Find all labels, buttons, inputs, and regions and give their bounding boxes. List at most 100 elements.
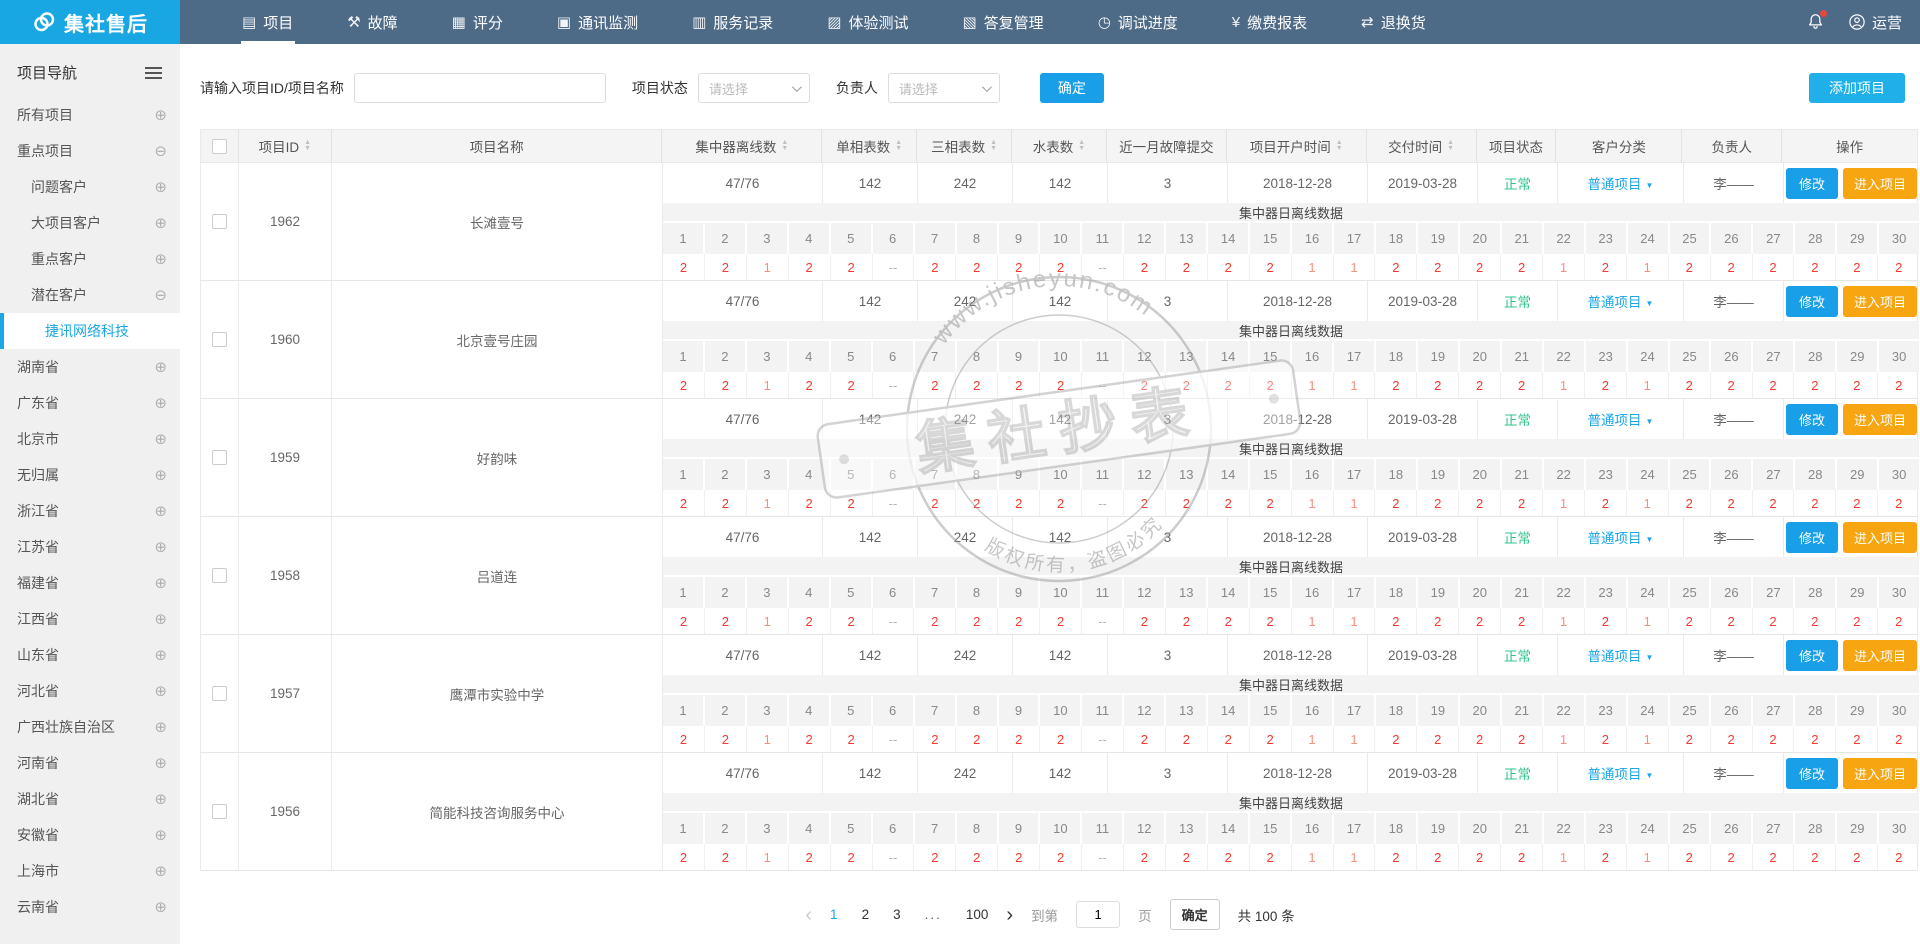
expand-plus-icon[interactable]: ⊕ [154,610,167,628]
sidebar-item[interactable]: 江西省⊕ [0,601,180,637]
sort-icon[interactable] [781,140,788,152]
expand-plus-icon[interactable]: ⊕ [154,250,167,268]
expand-plus-icon[interactable]: ⊕ [154,538,167,556]
nav-item-experience-test[interactable]: ▨体验测试 [823,0,912,44]
nav-item-projects[interactable]: ▤项目 [238,0,297,44]
category-dropdown[interactable]: 普通项目 [1588,645,1654,665]
sort-icon[interactable] [990,140,997,152]
expand-minus-icon[interactable]: ⊖ [154,142,167,160]
enter-project-button[interactable]: 进入项目 [1843,640,1917,671]
expand-plus-icon[interactable]: ⊕ [154,106,167,124]
category-dropdown[interactable]: 普通项目 [1588,291,1654,311]
edit-button[interactable]: 修改 [1786,522,1838,553]
menu-icon[interactable] [145,72,162,74]
brand[interactable]: 集社售后 [0,0,180,44]
search-input[interactable] [354,73,606,103]
owner-select[interactable]: 请选择 [888,73,1000,103]
next-page-icon[interactable]: › [1006,905,1013,925]
nav-item-returns[interactable]: ⇄退换货 [1357,0,1430,44]
enter-project-button[interactable]: 进入项目 [1843,522,1917,553]
category-dropdown[interactable]: 普通项目 [1588,409,1654,429]
nav-item-debug-progress[interactable]: ◷调试进度 [1094,0,1182,44]
sidebar-item[interactable]: 广东省⊕ [0,385,180,421]
edit-button[interactable]: 修改 [1786,758,1838,789]
expand-plus-icon[interactable]: ⊕ [154,718,167,736]
row-checkbox[interactable] [212,214,227,229]
sidebar-item[interactable]: 潜在客户⊖ [0,277,180,313]
category-dropdown[interactable]: 普通项目 [1588,173,1654,193]
sidebar-item[interactable]: 捷讯网络科技 [0,313,180,349]
page-number[interactable]: 2 [862,907,870,922]
page-number[interactable]: 3 [893,907,901,922]
sort-icon[interactable] [895,140,902,152]
sidebar-item[interactable]: 大项目客户⊕ [0,205,180,241]
sort-icon[interactable] [1078,140,1085,152]
expand-plus-icon[interactable]: ⊕ [154,502,167,520]
nav-item-faults[interactable]: ⚒故障 [343,0,401,44]
nav-item-payment-reports[interactable]: ¥缴费报表 [1228,0,1311,44]
add-project-button[interactable]: 添加项目 [1809,73,1905,103]
select-all-checkbox[interactable] [212,139,227,154]
expand-minus-icon[interactable]: ⊖ [154,286,167,304]
row-checkbox[interactable] [212,686,227,701]
expand-plus-icon[interactable]: ⊕ [154,178,167,196]
nav-item-comm-monitor[interactable]: ▣通讯监测 [553,0,642,44]
edit-button[interactable]: 修改 [1786,286,1838,317]
expand-plus-icon[interactable]: ⊕ [154,466,167,484]
sidebar-item[interactable]: 所有项目⊕ [0,97,180,133]
sidebar-item[interactable]: 安徽省⊕ [0,817,180,853]
sidebar-item[interactable]: 无归属⊕ [0,457,180,493]
edit-button[interactable]: 修改 [1786,404,1838,435]
expand-plus-icon[interactable]: ⊕ [154,394,167,412]
expand-plus-icon[interactable]: ⊕ [154,862,167,880]
expand-plus-icon[interactable]: ⊕ [154,682,167,700]
page-number[interactable]: 1 [830,907,838,922]
edit-button[interactable]: 修改 [1786,640,1838,671]
nav-item-service-records[interactable]: ▥服务记录 [688,0,777,44]
expand-plus-icon[interactable]: ⊕ [154,898,167,916]
sidebar-item[interactable]: 山东省⊕ [0,637,180,673]
prev-page-icon[interactable]: ‹ [805,905,812,925]
enter-project-button[interactable]: 进入项目 [1843,168,1917,199]
sidebar-item[interactable]: 重点项目⊖ [0,133,180,169]
row-checkbox[interactable] [212,450,227,465]
row-checkbox[interactable] [212,568,227,583]
status-select[interactable]: 请选择 [698,73,810,103]
user-menu[interactable]: 运营 [1848,12,1902,33]
expand-plus-icon[interactable]: ⊕ [154,358,167,376]
sort-icon[interactable] [1447,140,1454,152]
sidebar-item[interactable]: 云南省⊕ [0,889,180,925]
sidebar-item[interactable]: 浙江省⊕ [0,493,180,529]
expand-plus-icon[interactable]: ⊕ [154,646,167,664]
edit-button[interactable]: 修改 [1786,168,1838,199]
expand-plus-icon[interactable]: ⊕ [154,790,167,808]
expand-plus-icon[interactable]: ⊕ [154,826,167,844]
sidebar-item[interactable]: 重点客户⊕ [0,241,180,277]
expand-plus-icon[interactable]: ⊕ [154,574,167,592]
confirm-button[interactable]: 确定 [1040,73,1104,103]
row-checkbox[interactable] [212,804,227,819]
sidebar-item[interactable]: 河北省⊕ [0,673,180,709]
sidebar-item[interactable]: 北京市⊕ [0,421,180,457]
sidebar-item[interactable]: 河南省⊕ [0,745,180,781]
category-dropdown[interactable]: 普通项目 [1588,527,1654,547]
sidebar-item[interactable]: 问题客户⊕ [0,169,180,205]
sidebar-item[interactable]: 湖北省⊕ [0,781,180,817]
enter-project-button[interactable]: 进入项目 [1843,286,1917,317]
sidebar-item[interactable]: 福建省⊕ [0,565,180,601]
goto-confirm-button[interactable]: 确定 [1170,899,1220,930]
page-number[interactable]: 100 [966,907,989,922]
goto-page-input[interactable] [1076,901,1120,928]
expand-plus-icon[interactable]: ⊕ [154,430,167,448]
notifications-button[interactable] [1806,12,1826,32]
expand-plus-icon[interactable]: ⊕ [154,214,167,232]
sidebar-item[interactable]: 江苏省⊕ [0,529,180,565]
category-dropdown[interactable]: 普通项目 [1588,763,1654,783]
sort-icon[interactable] [304,140,311,152]
sidebar-item[interactable]: 湖南省⊕ [0,349,180,385]
row-checkbox[interactable] [212,332,227,347]
enter-project-button[interactable]: 进入项目 [1843,758,1917,789]
enter-project-button[interactable]: 进入项目 [1843,404,1917,435]
nav-item-reply-management[interactable]: ▧答复管理 [958,0,1047,44]
sort-icon[interactable] [1336,140,1343,152]
